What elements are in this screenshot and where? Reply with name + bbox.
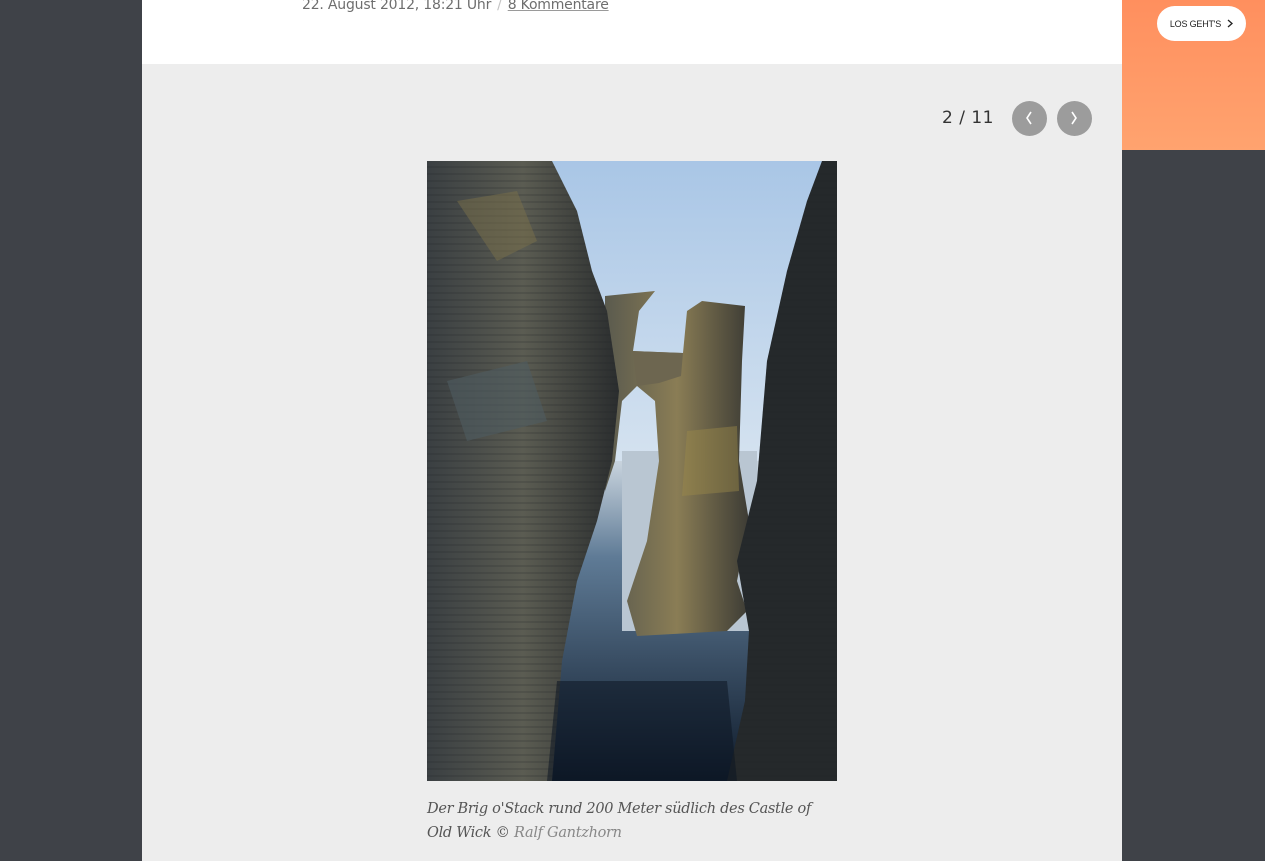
promo-banner: LOS GEHT'S [1122, 0, 1265, 150]
article-date: 22. August 2012, 18:21 Uhr [302, 0, 492, 13]
gallery-photo [427, 161, 837, 781]
article-page: 22. August 2012, 18:21 Uhr/8 Kommentare … [142, 0, 1122, 861]
chevron-right-icon [1227, 19, 1234, 28]
chevron-right-icon [1071, 111, 1078, 125]
los-gehts-label: LOS GEHT'S [1169, 18, 1222, 29]
los-gehts-button[interactable]: LOS GEHT'S [1157, 6, 1246, 41]
article-meta-bar: 22. August 2012, 18:21 Uhr / 8 Kommentare [142, 0, 1122, 64]
gallery-pager: 2 / 11 [942, 100, 1102, 136]
gallery-prev-button[interactable] [1011, 100, 1047, 136]
chevron-left-icon [1026, 111, 1033, 125]
sea-stack-image [427, 161, 837, 781]
meta-separator: / [497, 0, 502, 13]
photo-credit: Ralf Gantzhorn [514, 825, 622, 841]
photo-caption: Der Brig o'Stack rund 200 Meter südlich … [427, 797, 837, 845]
comments-link[interactable]: 8 Kommentare [508, 0, 609, 13]
gallery-counter: 2 / 11 [942, 108, 994, 128]
article-meta: 22. August 2012, 18:21 Uhr / 8 Kommentare [302, 0, 609, 13]
gallery-next-button[interactable] [1056, 100, 1092, 136]
